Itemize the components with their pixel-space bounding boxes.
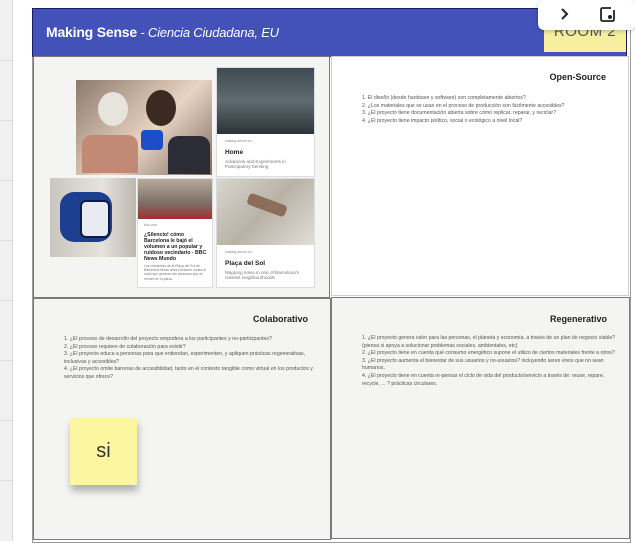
workshop-photo[interactable] <box>76 80 212 175</box>
strip-divider <box>0 240 12 241</box>
frame-title: Making Sense - Ciencia Ciudadana, EU <box>46 24 279 40</box>
list-item: 3. ¿El proyecto aumenta el bienestar de … <box>362 357 604 372</box>
add-note-icon[interactable] <box>594 0 622 28</box>
person-head <box>98 92 128 126</box>
card-description: Los residentes de la Plaça del Sol de Ba… <box>144 264 207 281</box>
list-item: 2. ¿El proyecto tiene en cuenta qué cons… <box>362 350 615 357</box>
card-site: making-sense.eu <box>225 250 252 254</box>
link-card-home[interactable]: making-sense.eu Home Advances and Experi… <box>216 67 315 177</box>
link-card-bbc[interactable]: bbc.com ¿Silencio! cómo Barcelona le baj… <box>137 178 213 288</box>
strip-divider <box>0 480 12 481</box>
floating-toolbar <box>538 0 635 30</box>
card-image <box>138 179 212 219</box>
person-head <box>146 90 176 126</box>
list-item: 3. ¿El proyecto educa a personas para qu… <box>64 351 306 365</box>
link-card-placa-del-sol[interactable]: making-sense.eu Plaça del Sol Mapping no… <box>216 178 315 288</box>
media-quadrant[interactable]: making-sense.eu Home Advances and Experi… <box>33 56 330 298</box>
list-item: 2. ¿Los materiales que se usan en el pro… <box>362 102 565 109</box>
card-site: bbc.com <box>144 223 158 227</box>
frame-title-main: Making Sense <box>46 24 137 40</box>
card-site: making-sense.eu <box>225 139 252 143</box>
regenerativo-list: 1. ¿El proyecto genera valor para las pe… <box>355 335 617 388</box>
strip-divider <box>0 60 12 61</box>
sensor-photo[interactable] <box>50 178 136 257</box>
open-source-quadrant[interactable]: Open-Source 1. El diseño (desde hardware… <box>331 56 629 296</box>
list-item: 4. ¿El proyecto tiene impacto político, … <box>362 117 523 124</box>
regenerativo-quadrant[interactable]: Regenerativo 1. ¿El proyecto genera valo… <box>331 297 630 539</box>
sensor-screen <box>80 200 110 238</box>
strip-divider <box>0 120 12 121</box>
card-title: Plaça del Sol <box>225 260 266 267</box>
open-source-list: 1. El diseño (desde hardware y software)… <box>355 95 615 125</box>
person-body <box>168 136 210 174</box>
chevron-right-icon[interactable] <box>550 0 578 28</box>
list-item: 1. ¿El proyecto genera valor para las pe… <box>362 335 616 349</box>
list-item: 1. El diseño (desde hardware y software)… <box>362 95 526 101</box>
strip-divider <box>0 300 12 301</box>
device-object <box>141 130 163 150</box>
card-title: Home <box>225 149 244 156</box>
list-item: 4. ¿El proyecto omite barreras de accesi… <box>64 366 313 380</box>
frame-title-separator: - <box>136 25 148 40</box>
colaborativo-list: 1. ¿El proceso de desarrollo del proyect… <box>57 336 317 382</box>
card-title: ¿Silencio! cómo Barcelona le bajó el vol… <box>144 232 207 263</box>
list-item: 2. ¿El proceso requiere de colaboración … <box>64 343 186 350</box>
card-image <box>217 179 314 245</box>
list-item: 4. ¿El proyecto tiene en cuenta re-pensa… <box>362 372 605 387</box>
quadrant-title: Open-Source <box>549 72 606 82</box>
card-image <box>217 68 314 134</box>
list-item: 3. ¿El proyecto tiene documentación abie… <box>362 110 557 117</box>
person-body <box>82 135 138 173</box>
frame-subtitle: Ciencia Ciudadana, EU <box>147 25 279 40</box>
card-description: Mapping noise in one of Barcelona's nois… <box>225 270 299 281</box>
left-sidebar-strip <box>0 0 13 541</box>
quadrant-title: Regenerativo <box>549 314 607 324</box>
quadrant-title: Colaborativo <box>252 314 308 324</box>
strip-divider <box>0 360 12 361</box>
list-item: 1. ¿El proceso de desarrollo del proyect… <box>64 336 272 342</box>
strip-divider <box>0 180 12 181</box>
strip-divider <box>0 420 12 421</box>
hand-shape <box>246 192 288 218</box>
sticky-note[interactable]: si <box>70 418 137 485</box>
card-description: Advances and Experiments in Participator… <box>225 159 286 170</box>
